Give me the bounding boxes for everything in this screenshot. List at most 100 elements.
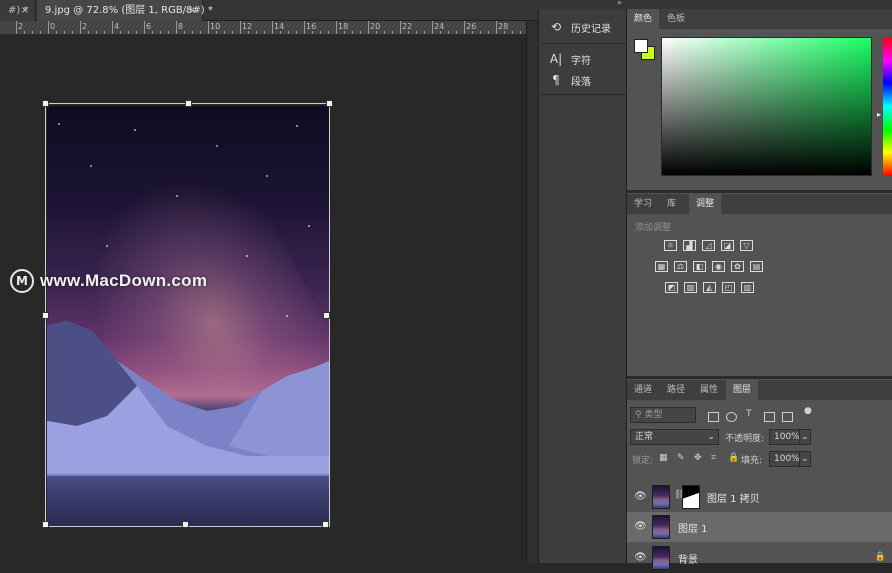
ruler-tick [296,31,297,34]
ruler-tick-label: 12 [242,22,253,31]
exposure-icon[interactable]: ◪ [721,240,734,251]
fill-value: 100% [774,454,800,464]
filter-pixel-icon[interactable] [708,412,719,422]
ruler-tick [384,31,385,34]
panel-divider[interactable] [627,376,892,379]
color-picker-field[interactable] [661,37,872,176]
lock-transparent-icon[interactable]: ▦ [659,453,668,463]
ruler-tick [184,31,185,34]
filter-adjustment-icon[interactable] [726,412,737,422]
posterize-icon[interactable]: ▨ [684,282,697,293]
lock-artboard-icon[interactable]: ⌗ [711,453,716,463]
chevron-down-icon: ⌄ [707,432,715,442]
filter-shape-icon[interactable] [764,412,775,422]
horizontal-ruler[interactable]: 2 0 2 4 6 8 10 12 14 16 18 20 22 24 26 28 [0,21,538,35]
lock-all-icon[interactable]: 🔒 [728,453,739,463]
tab-adjustments[interactable]: 调整 [689,194,722,214]
ruler-tick [24,31,25,34]
transform-handle-bottom-left[interactable] [42,521,49,528]
fill-label: 填充: [741,456,763,466]
tab-paths[interactable]: 路径 [660,380,692,400]
levels-icon[interactable]: ▟ [683,240,696,251]
document-tab-active[interactable]: 9.jpg @ 72.8% (图层 1, RGB/8#) * × [37,0,213,21]
lock-position-icon[interactable]: ✥ [694,453,702,463]
transform-handle-top-right[interactable] [326,100,333,107]
ruler-tick [112,21,113,34]
tab-color[interactable]: 颜色 [627,9,660,29]
transform-handle-bottom-right[interactable] [322,521,329,528]
layer-row[interactable]: 👁 背景 🔒 [627,543,892,573]
eye-icon[interactable]: 👁 [634,521,647,532]
hue-pointer-icon[interactable]: ▸ [877,110,881,119]
lock-icon: 🔒 [874,552,886,562]
panel-divider[interactable] [627,190,892,193]
ruler-tick-label: 2 [18,22,24,31]
ruler-tick [280,31,281,34]
ruler-tick [488,31,489,34]
photo-filter-icon[interactable]: ◉ [712,261,725,272]
layer-mask-thumbnail[interactable] [682,485,700,509]
fill-dropdown[interactable]: ⌄ [799,451,811,467]
ruler-tick [176,21,177,34]
ruler-tick [344,31,345,34]
invert-icon[interactable]: ◩ [665,282,678,293]
layer-row[interactable]: 👁 ⛓ 图层 1 拷贝 [627,482,892,512]
color-balance-icon[interactable]: ⚖ [674,261,687,272]
threshold-icon[interactable]: ◭ [703,282,716,293]
transform-handle-right[interactable] [323,312,330,319]
layer-thumbnail [652,515,670,539]
close-icon[interactable]: × [21,0,29,21]
opacity-value: 100% [774,432,800,442]
transform-handle-left[interactable] [42,312,49,319]
blend-mode-select[interactable]: 正常 ⌄ [630,429,719,445]
brightness-icon[interactable]: ☼ [664,240,677,251]
eye-icon[interactable]: 👁 [634,552,647,563]
character-panel-button[interactable]: A| 字符 [549,49,591,69]
vertical-scrollbar[interactable] [526,21,538,563]
transform-handle-top-left[interactable] [42,100,49,107]
filter-toggle-icon[interactable]: ● [804,406,812,416]
collapse-arrows-icon[interactable]: » [617,0,622,7]
ruler-tick [192,31,193,34]
ruler-tick-label: 28 [498,22,509,31]
tab-layers[interactable]: 图层 [726,380,759,400]
ruler-tick-label: 4 [114,22,120,31]
lock-image-icon[interactable]: ✎ [677,453,685,463]
filter-smart-object-icon[interactable] [782,412,793,422]
foreground-color-swatch[interactable] [634,39,648,53]
ruler-tick [520,31,521,34]
tab-learn[interactable]: 学习 [627,194,659,214]
opacity-dropdown[interactable]: ⌄ [799,429,811,445]
tab-channels[interactable]: 通道 [627,380,659,400]
channel-mixer-icon[interactable]: ✿ [731,261,744,272]
ruler-tick-label: 26 [466,22,477,31]
vibrance-icon[interactable]: ▽ [740,240,753,251]
ruler-tick [456,31,457,34]
filter-type-icon[interactable]: T [746,409,752,419]
tab-swatches[interactable]: 色板 [660,9,692,29]
eye-icon[interactable]: 👁 [634,491,647,502]
black-white-icon[interactable]: ◧ [693,261,706,272]
ruler-tick-label: 6 [146,22,152,31]
tab-libraries[interactable]: 库 [660,194,683,214]
color-lookup-icon[interactable]: ▤ [750,261,763,272]
paragraph-panel-button[interactable]: ¶ 段落 [549,70,591,90]
curves-icon[interactable]: ◿ [702,240,715,251]
transform-handle-bottom[interactable] [182,521,189,528]
hue-slider[interactable] [883,37,892,176]
ruler-tick [248,31,249,34]
transform-bounding-box[interactable] [45,103,330,527]
tab-properties[interactable]: 属性 [693,380,725,400]
transform-handle-top[interactable] [185,100,192,107]
ruler-tick [256,31,257,34]
history-panel-button[interactable]: ⟲ 历史记录 [549,17,611,37]
layers-panel: ⚲ 类型 T ● 正常 ⌄ 不透明度: 100% ⌄ 锁定: ▦ ✎ ✥ ⌗ 🔒… [627,400,892,570]
document-tab-previous[interactable]: #) * × [0,0,36,21]
selective-color-icon[interactable]: ◰ [722,282,735,293]
gradient-map-icon[interactable]: ▥ [741,282,754,293]
layer-row-selected[interactable]: 👁 图层 1 [627,512,892,542]
layer-filter-select[interactable]: ⚲ 类型 [630,407,696,423]
close-icon[interactable]: × [188,0,196,21]
hue-saturation-icon[interactable]: ▦ [655,261,668,272]
ruler-tick [416,31,417,34]
